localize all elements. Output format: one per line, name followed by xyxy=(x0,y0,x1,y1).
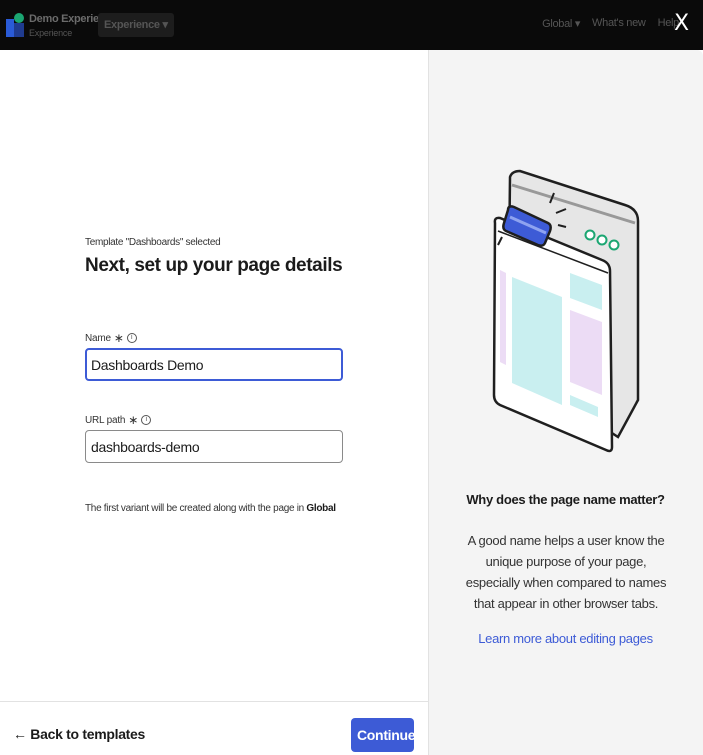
whats-new-link[interactable]: What's new xyxy=(592,17,646,30)
variant-note: The first variant will be created along … xyxy=(85,503,336,514)
info-icon[interactable]: i xyxy=(141,415,152,425)
required-icon: ∗ xyxy=(128,413,139,427)
app-subtitle: Experience xyxy=(29,28,73,38)
template-selected-label: Template "Dashboards" selected xyxy=(85,237,221,248)
variant-note-text: The first variant will be created along … xyxy=(85,503,307,514)
footer-divider xyxy=(0,701,428,702)
url-path-input[interactable] xyxy=(85,430,343,463)
learn-more-link[interactable]: Learn more about editing pages xyxy=(428,631,703,646)
url-label-text: URL path xyxy=(85,414,126,426)
close-icon[interactable]: X xyxy=(674,11,689,37)
global-locale-selector[interactable]: Global ▾ xyxy=(542,17,580,30)
top-right-menu: Global ▾ What's new Help xyxy=(542,17,679,30)
info-panel-body: A good name helps a user know the unique… xyxy=(465,533,667,611)
name-field-label: Name ∗ i xyxy=(85,331,137,345)
back-to-templates-link[interactable]: ← Back to templates xyxy=(13,726,145,742)
browser-window-illustration xyxy=(492,169,640,453)
variant-note-locale: Global xyxy=(306,503,336,514)
app-logo xyxy=(6,11,24,37)
page-title: Next, set up your page details xyxy=(85,255,343,276)
experience-switcher[interactable]: Experience ▾ xyxy=(98,13,174,37)
top-bar: Demo Experience Experience Experience ▾ … xyxy=(0,0,703,50)
info-icon[interactable]: i xyxy=(126,333,137,343)
url-field-label: URL path ∗ i xyxy=(85,413,152,427)
name-input[interactable] xyxy=(85,348,343,381)
page-details-panel xyxy=(0,50,428,755)
info-panel-title: Why does the page name matter? xyxy=(466,492,665,507)
name-label-text: Name xyxy=(85,332,111,344)
continue-button[interactable]: Continue xyxy=(351,718,416,752)
required-icon: ∗ xyxy=(113,331,124,345)
